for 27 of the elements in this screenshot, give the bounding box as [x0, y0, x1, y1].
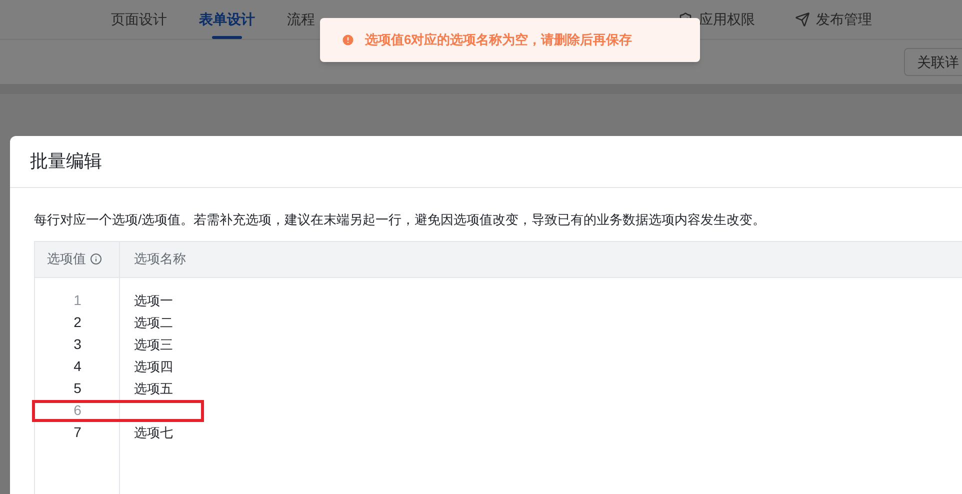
dialog-title: 批量编辑	[30, 150, 102, 173]
send-icon	[795, 12, 810, 27]
nav-tab[interactable]: 表单设计	[184, 0, 270, 39]
toast-message: 选项值6对应的选项名称为空，请删除后再保存	[365, 31, 632, 50]
option-value: 7	[74, 423, 82, 442]
column-header: 选项名称	[134, 250, 186, 268]
option-value: 2	[74, 313, 82, 332]
related-details-button[interactable]: 关联详	[904, 48, 962, 76]
nav-tab[interactable]: 页面设计	[96, 0, 182, 39]
option-value: 6	[74, 401, 82, 420]
option-name: 选项五	[134, 380, 173, 398]
option-value: 5	[74, 379, 82, 398]
nav-tab[interactable]: 发布管理	[780, 0, 887, 39]
alert-icon	[341, 33, 355, 47]
option-name: 选项一	[134, 292, 173, 310]
column-header: 选项值	[47, 250, 86, 268]
option-value: 4	[74, 357, 82, 376]
option-name: 选项四	[134, 358, 173, 376]
description-text: 每行对应一个选项/选项值。若需补充选项，建议在末端另起一行，避免因选项值改变，导致已有的业务数据选项内容发生改变。	[34, 211, 767, 229]
option-name: 选项三	[134, 336, 173, 354]
option-name: 选项二	[134, 314, 173, 332]
option-name: 选项七	[134, 424, 173, 442]
option-value: 1	[74, 291, 82, 310]
info-icon	[90, 253, 102, 265]
option-value: 3	[74, 335, 82, 354]
active-tab-underline	[212, 36, 242, 39]
nav-tab[interactable]: 流程	[272, 0, 330, 39]
